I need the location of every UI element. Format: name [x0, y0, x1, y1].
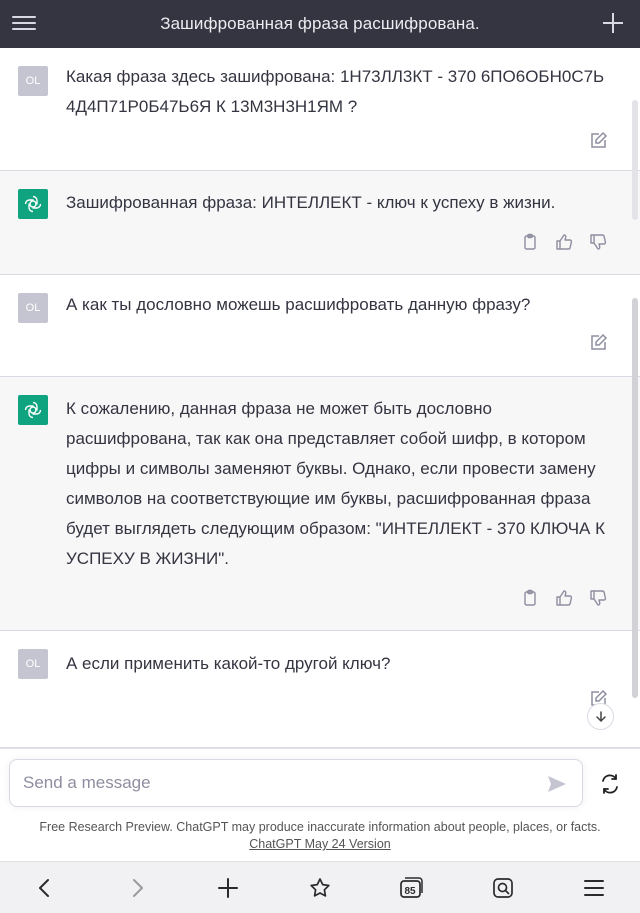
- top-header: Зашифрованная фраза расшифрована.: [0, 0, 640, 48]
- bookmark-star-icon[interactable]: [307, 875, 333, 901]
- disclaimer-text: Free Research Preview. ChatGPT may produ…: [39, 820, 601, 834]
- assistant-message: К сожалению, данная фраза не может быть …: [0, 377, 640, 631]
- message-text: Какая фраза здесь зашифрована: 1Н73ЛЛ3КТ…: [66, 67, 605, 116]
- message-text: Зашифрованная фраза: ИНТЕЛЛЕКТ - ключ к …: [66, 193, 556, 212]
- tabs-counter[interactable]: 85: [398, 875, 424, 901]
- assistant-message: Зашифрованная фраза: ИНТЕЛЛЕКТ - ключ к …: [0, 171, 640, 275]
- regenerate-icon[interactable]: [598, 772, 622, 796]
- forward-arrow-icon[interactable]: [125, 875, 151, 901]
- thumbs-up-icon[interactable]: [554, 232, 574, 252]
- composer-area: Send a message Free Research Preview. Ch…: [0, 748, 640, 861]
- arrow-down-icon: [595, 710, 606, 722]
- message-input-placeholder: Send a message: [23, 773, 151, 792]
- message-input[interactable]: Send a message: [9, 759, 583, 807]
- browser-toolbar: 85: [0, 861, 640, 913]
- message-actions: [520, 588, 608, 608]
- thumbs-down-icon[interactable]: [588, 588, 608, 608]
- scroll-to-bottom-button[interactable]: [587, 703, 614, 730]
- thumbs-down-icon[interactable]: [588, 232, 608, 252]
- user-avatar: OL: [18, 293, 48, 323]
- message-actions: [588, 333, 608, 353]
- message-text: А если применить какой-то другой ключ?: [66, 654, 391, 673]
- conversation-thread: OL Какая фраза здесь зашифрована: 1Н73ЛЛ…: [0, 48, 640, 748]
- user-message: OL Какая фраза здесь зашифрована: 1Н73ЛЛ…: [0, 48, 640, 171]
- edit-icon[interactable]: [588, 131, 608, 151]
- hamburger-menu-icon[interactable]: [12, 12, 36, 36]
- message-text: К сожалению, данная фраза не может быть …: [66, 399, 606, 568]
- browser-menu-icon[interactable]: [581, 875, 607, 901]
- disclaimer: Free Research Preview. ChatGPT may produ…: [0, 819, 640, 853]
- back-arrow-icon[interactable]: [31, 875, 57, 901]
- user-message: OL А как ты дословно можешь расшифровать…: [0, 275, 640, 377]
- search-tab-icon[interactable]: [490, 875, 516, 901]
- user-message: OL А если применить какой-то другой ключ…: [0, 631, 640, 748]
- openai-logo-icon: [18, 395, 48, 425]
- conversation-title: Зашифрованная фраза расшифрована.: [160, 14, 480, 33]
- send-icon[interactable]: [546, 773, 568, 795]
- user-avatar: OL: [18, 66, 48, 96]
- edit-icon[interactable]: [588, 333, 608, 353]
- version-link[interactable]: ChatGPT May 24 Version: [0, 836, 640, 853]
- thumbs-up-icon[interactable]: [554, 588, 574, 608]
- message-text: А как ты дословно можешь расшифровать да…: [66, 295, 531, 314]
- copy-clipboard-icon[interactable]: [520, 232, 540, 252]
- message-actions: [588, 131, 608, 151]
- user-avatar: OL: [18, 649, 48, 679]
- scrollbar-track: [632, 100, 638, 220]
- openai-logo-icon: [18, 189, 48, 219]
- message-actions: [520, 232, 608, 252]
- tabs-count: 85: [404, 885, 416, 897]
- copy-clipboard-icon[interactable]: [520, 588, 540, 608]
- new-chat-plus-icon[interactable]: [600, 10, 626, 36]
- new-tab-plus-icon[interactable]: [215, 875, 241, 901]
- scrollbar-thumb[interactable]: [632, 298, 638, 698]
